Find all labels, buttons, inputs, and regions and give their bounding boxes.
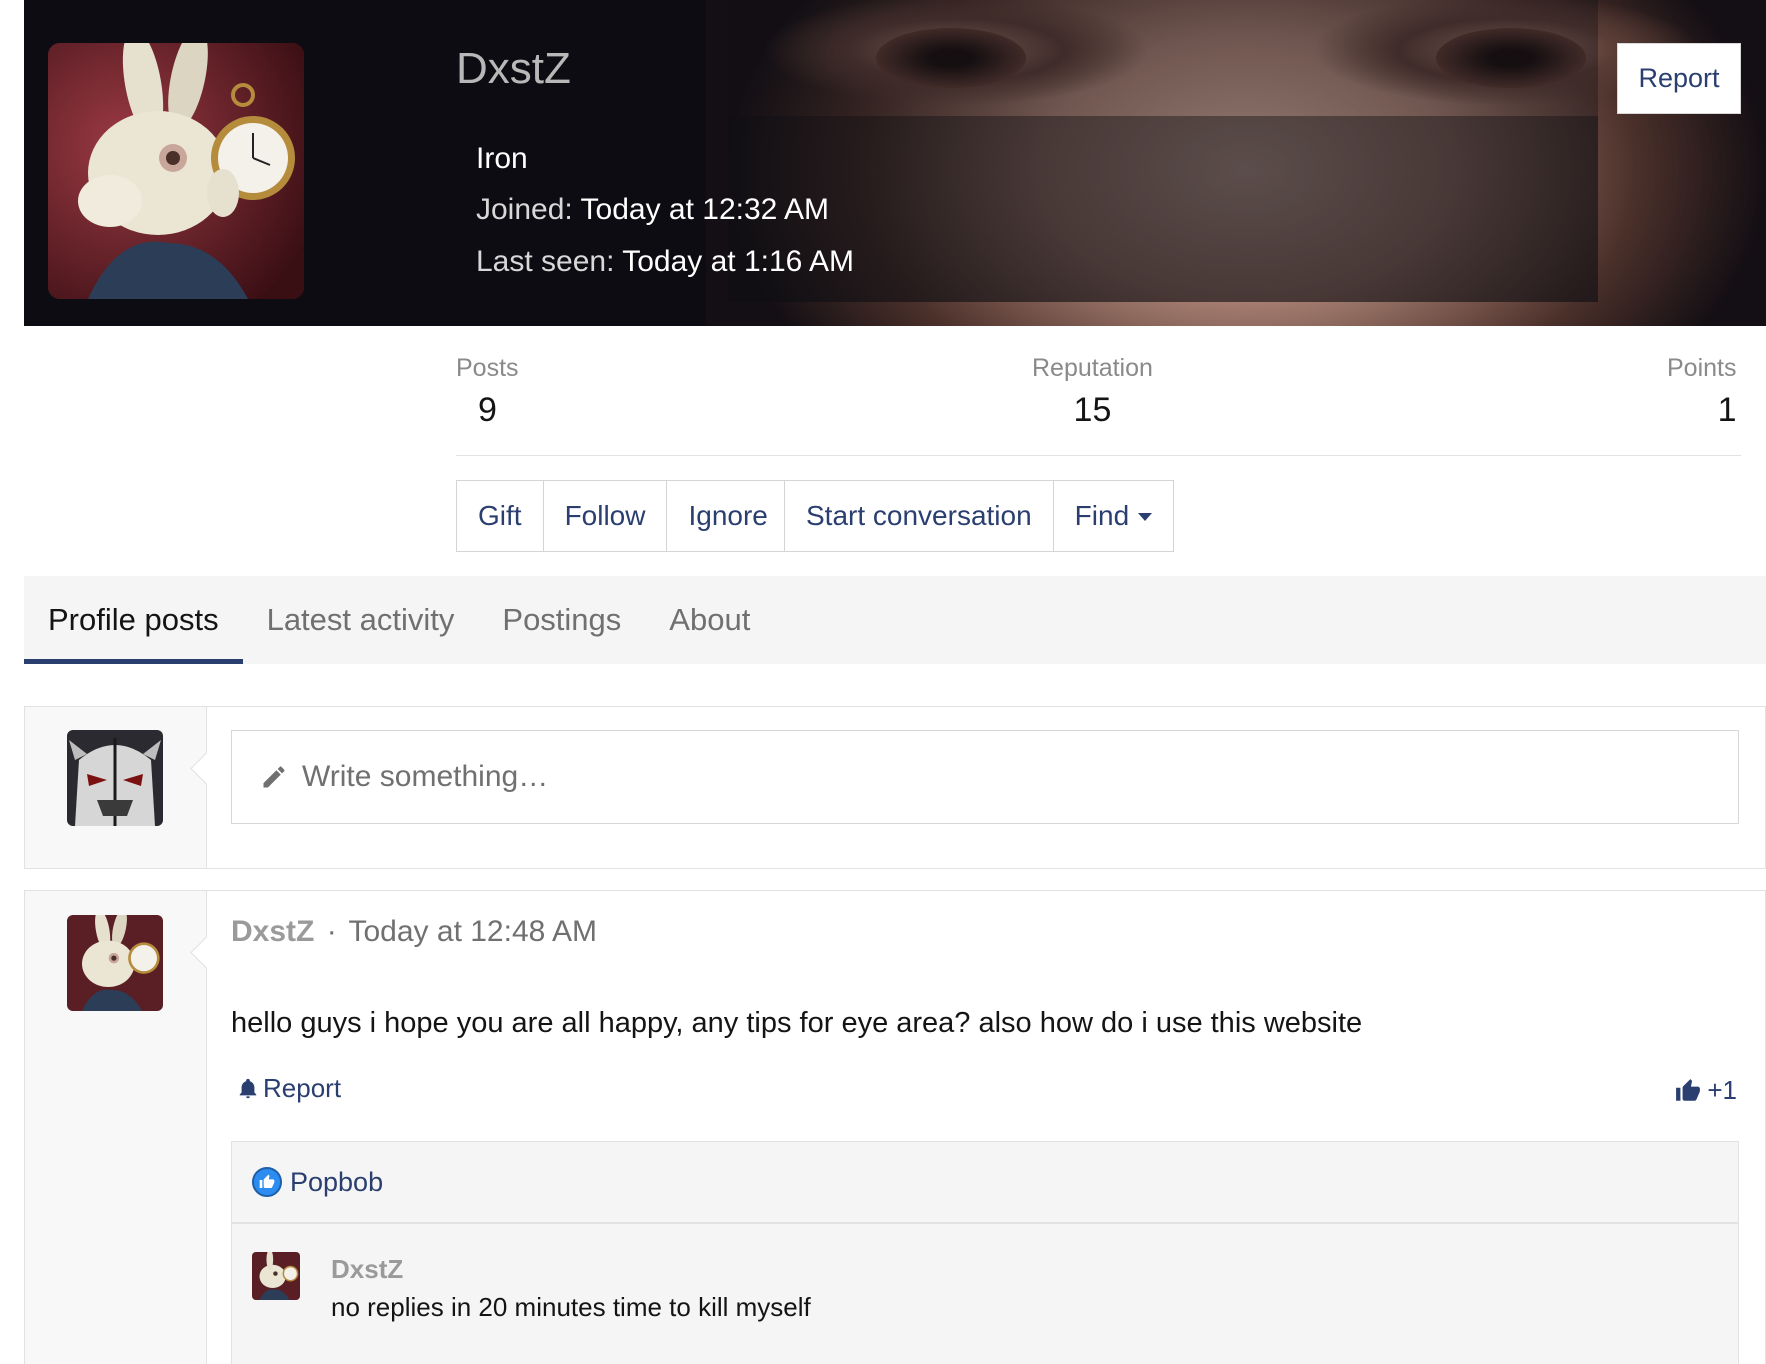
stat-reputation: Reputation 15 — [1032, 354, 1153, 430]
stat-points: Points 1 — [1667, 354, 1736, 430]
post-report-link[interactable]: Report — [237, 1073, 341, 1104]
write-something-input[interactable]: Write something… — [231, 730, 1739, 824]
post-like-label: +1 — [1707, 1075, 1737, 1105]
start-conversation-button[interactable]: Start conversation — [785, 481, 1054, 551]
stat-posts[interactable]: Posts 9 — [456, 354, 519, 430]
tab-postings[interactable]: Postings — [478, 576, 645, 664]
last-seen-label: Last seen: — [476, 245, 615, 278]
gift-button[interactable]: Gift — [457, 481, 544, 551]
thumbs-up-icon — [1675, 1078, 1701, 1104]
post-report-label: Report — [263, 1073, 342, 1103]
joined-line: Joined: Today at 12:32 AM — [476, 193, 829, 227]
profile-tabs: Profile posts Latest activity Postings A… — [24, 576, 1766, 664]
joined-value: Today at 12:32 AM — [580, 193, 830, 226]
post-comment: DxstZ no replies in 20 minutes time to k… — [231, 1223, 1739, 1364]
chevron-down-icon — [1138, 513, 1153, 521]
write-something-placeholder: Write something… — [302, 760, 549, 793]
tab-about[interactable]: About — [645, 576, 774, 664]
post-header: DxstZ · Today at 12:48 AM — [231, 915, 597, 949]
find-menu-button[interactable]: Find — [1054, 481, 1173, 551]
ignore-button[interactable]: Ignore — [667, 481, 788, 551]
tab-latest-activity[interactable]: Latest activity — [243, 576, 479, 664]
report-profile-button[interactable]: Report — [1617, 43, 1741, 114]
comment-author-link[interactable]: DxstZ — [331, 1254, 403, 1285]
follow-button[interactable]: Follow — [544, 481, 668, 551]
stat-points-value: 1 — [1717, 391, 1737, 429]
post-reactions-bar: Popbob — [231, 1141, 1739, 1223]
post-like-button[interactable]: +1 — [1675, 1075, 1737, 1106]
profile-actions: Gift Follow Ignore — [456, 480, 790, 552]
joined-label: Joined: — [476, 193, 573, 226]
post-author-avatar[interactable] — [67, 915, 163, 1011]
like-reaction-icon — [252, 1167, 282, 1197]
stat-posts-label: Posts — [456, 354, 519, 382]
stat-points-label: Points — [1667, 354, 1737, 382]
tab-profile-posts[interactable]: Profile posts — [24, 576, 243, 664]
stats-divider — [456, 455, 1741, 456]
profile-post: DxstZ · Today at 12:48 AM hello guys i h… — [24, 890, 1766, 1364]
comment-body: no replies in 20 minutes time to kill my… — [331, 1292, 811, 1322]
profile-username: DxstZ — [456, 44, 571, 93]
profile-actions-secondary: Start conversation Find — [784, 480, 1175, 552]
banner-overlay — [728, 116, 1598, 302]
bell-icon — [237, 1077, 259, 1101]
stat-posts-value: 9 — [478, 391, 497, 429]
post-body: hello guys i hope you are all happy, any… — [231, 1007, 1363, 1039]
user-title: Iron — [476, 142, 528, 175]
last-seen-line: Last seen: Today at 1:16 AM — [476, 245, 854, 279]
post-author-link[interactable]: DxstZ — [231, 915, 314, 948]
stat-reputation-label: Reputation — [1032, 354, 1153, 382]
post-separator: · — [326, 915, 337, 948]
post-timestamp[interactable]: Today at 12:48 AM — [349, 915, 598, 948]
reaction-user-link[interactable]: Popbob — [290, 1167, 383, 1198]
last-seen-value: Today at 1:16 AM — [622, 245, 855, 278]
stat-reputation-value: 15 — [1073, 391, 1112, 429]
current-user-avatar[interactable] — [67, 730, 163, 826]
banner-overlay — [728, 0, 1598, 116]
profile-post-composer: Write something… — [24, 706, 1766, 869]
comment-author-avatar[interactable] — [252, 1252, 300, 1300]
find-label: Find — [1074, 500, 1130, 531]
profile-avatar[interactable] — [48, 43, 304, 299]
pencil-icon — [260, 763, 288, 791]
